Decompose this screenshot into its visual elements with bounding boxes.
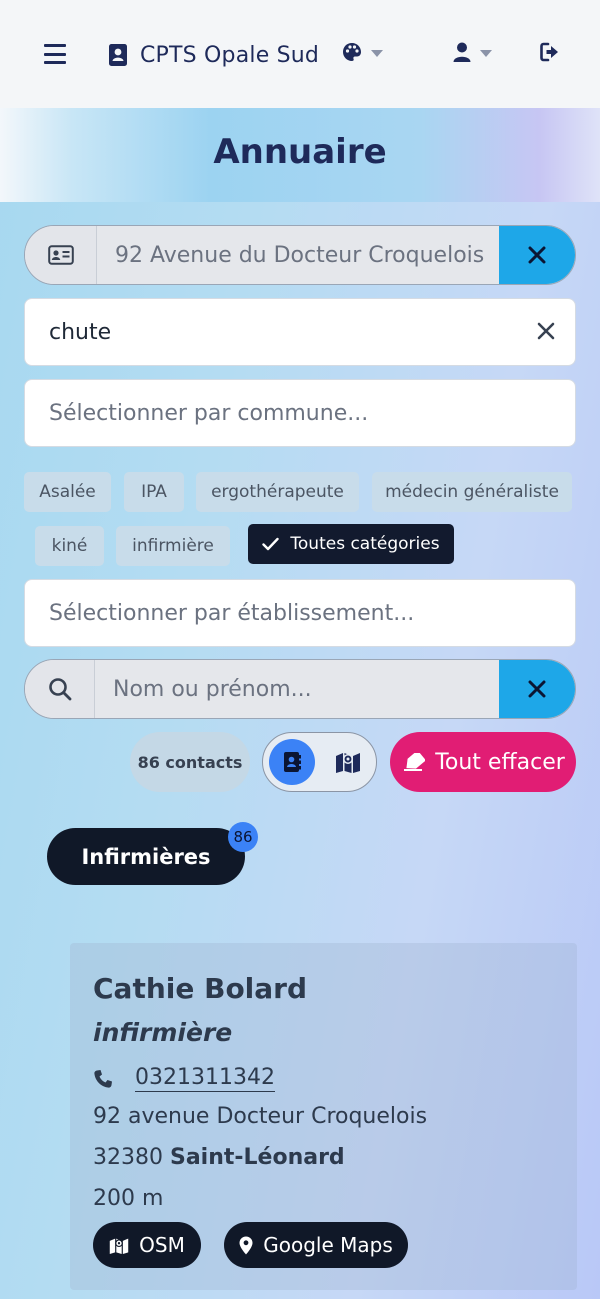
menu-icon[interactable]	[44, 44, 66, 64]
contact-phone-link[interactable]: 0321311342	[135, 1065, 275, 1092]
eraser-icon	[404, 753, 426, 771]
theme-dropdown[interactable]	[342, 42, 383, 62]
address-book-icon	[284, 752, 301, 772]
establishment-placeholder: Sélectionner par établissement...	[49, 600, 415, 626]
commune-placeholder: Sélectionner par commune...	[49, 400, 369, 426]
contact-city-row: 32380 Saint-Léonard	[93, 1145, 345, 1170]
contact-city: Saint-Léonard	[169, 1145, 345, 1170]
close-icon	[528, 246, 546, 264]
contact-count: 86 contacts	[130, 732, 250, 792]
user-icon	[453, 42, 471, 62]
contact-name: Cathie Bolard	[93, 972, 308, 1005]
keyword-clear-button[interactable]	[537, 321, 555, 346]
view-toggle	[262, 732, 377, 792]
contact-role: infirmière	[93, 1018, 233, 1047]
address-card-icon	[109, 44, 127, 66]
category-chip-kine[interactable]: kiné	[35, 526, 104, 566]
map-icon	[109, 1238, 129, 1254]
group-tab-infirmieres[interactable]: Infirmières	[47, 828, 245, 885]
category-chip-label: Asalée	[39, 482, 96, 502]
map-view-button[interactable]	[325, 739, 371, 785]
search-icon	[48, 678, 71, 701]
google-maps-label: Google Maps	[263, 1233, 393, 1257]
category-chip-asalee[interactable]: Asalée	[24, 472, 111, 512]
palette-icon	[343, 43, 361, 61]
address-filter-prefix	[25, 226, 97, 284]
category-chip-toutes-categories[interactable]: Toutes catégories	[248, 524, 454, 564]
category-chip-label: IPA	[141, 482, 167, 502]
contact-address: 92 avenue Docteur Croquelois	[93, 1104, 428, 1129]
name-search-prefix	[25, 660, 95, 718]
list-view-button[interactable]	[269, 739, 315, 785]
category-chip-infirmiere[interactable]: infirmière	[116, 526, 230, 566]
clear-all-button[interactable]: Tout effacer	[390, 732, 576, 792]
contact-distance: 200 m	[93, 1186, 164, 1211]
category-chip-label: Toutes catégories	[290, 534, 440, 554]
location-pin-icon	[239, 1236, 253, 1254]
logout-icon	[540, 42, 558, 62]
contact-postal-code: 32380	[93, 1145, 170, 1170]
google-maps-button[interactable]: Google Maps	[224, 1222, 408, 1268]
user-dropdown[interactable]	[453, 42, 492, 62]
page-title: Annuaire	[213, 132, 387, 172]
check-icon	[262, 537, 280, 551]
group-count-badge: 86	[228, 822, 258, 852]
address-clear-button[interactable]	[499, 226, 575, 284]
phone-icon	[94, 1069, 112, 1088]
commune-select[interactable]: Sélectionner par commune...	[24, 379, 576, 447]
category-chip-label: kiné	[51, 536, 88, 556]
contact-phone-row: 0321311342	[93, 1065, 275, 1092]
keyword-filter[interactable]: chute	[24, 298, 576, 366]
category-chip-ergotherapeute[interactable]: ergothérapeute	[196, 472, 359, 512]
group-tab-label: Infirmières	[81, 844, 211, 869]
category-chip-label: médecin généraliste	[385, 482, 559, 502]
category-chip-label: ergothérapeute	[211, 482, 344, 502]
contact-card: Cathie Bolard infirmière 0321311342 92 a…	[70, 943, 577, 1290]
map-icon	[336, 753, 360, 773]
navbar: CPTS Opale Sud	[0, 0, 600, 108]
chevron-down-icon	[371, 49, 383, 57]
keyword-input[interactable]: chute	[49, 320, 111, 345]
brand-link[interactable]: CPTS Opale Sud	[108, 40, 319, 70]
brand-name: CPTS Opale Sud	[140, 42, 320, 68]
name-search-clear-button[interactable]	[499, 660, 575, 718]
close-icon	[528, 680, 546, 698]
category-chip-medecin-generaliste[interactable]: médecin généraliste	[372, 472, 572, 512]
osm-button[interactable]: OSM	[93, 1222, 201, 1268]
category-chip-label: infirmière	[132, 536, 214, 556]
chevron-down-icon	[480, 49, 492, 57]
name-search-input[interactable]: Nom ou prénom...	[95, 660, 499, 718]
establishment-select[interactable]: Sélectionner par établissement...	[24, 579, 576, 647]
name-search: Nom ou prénom...	[24, 659, 576, 719]
close-icon	[537, 322, 555, 340]
address-input[interactable]: 92 Avenue du Docteur Croquelois	[97, 226, 499, 284]
logout-button[interactable]	[540, 42, 562, 62]
address-filter: 92 Avenue du Docteur Croquelois	[24, 225, 576, 285]
category-chip-ipa[interactable]: IPA	[124, 472, 184, 512]
osm-label: OSM	[139, 1233, 185, 1257]
address-card-icon	[47, 245, 74, 265]
clear-all-label: Tout effacer	[435, 749, 565, 775]
